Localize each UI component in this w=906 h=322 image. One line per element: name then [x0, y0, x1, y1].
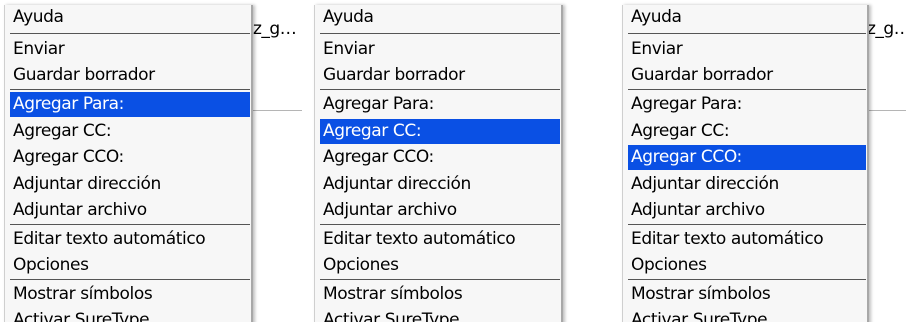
menu-separator — [320, 89, 560, 90]
menu-item-enable-suretype[interactable]: Activar SureType — [10, 308, 150, 322]
menu-item-options[interactable]: Opciones — [628, 253, 707, 278]
menu-separator — [628, 33, 866, 34]
menu-item-attach-address[interactable]: Adjuntar dirección — [320, 172, 471, 197]
screenshot-1: z_g… Ayuda Enviar Guardar borrador Agregar … — [0, 0, 302, 322]
menu-item-options[interactable]: Opciones — [10, 253, 89, 278]
background-message-fragment: z_g… — [253, 19, 297, 39]
menu-item-add-bcc[interactable]: Agregar CCO: — [320, 145, 434, 170]
menu-item-attach-address[interactable]: Adjuntar dirección — [10, 172, 161, 197]
menu-item-show-symbols[interactable]: Mostrar símbolos — [10, 282, 153, 307]
menu-item-help[interactable]: Ayuda — [10, 5, 64, 30]
menu-item-show-symbols[interactable]: Mostrar símbolos — [320, 282, 463, 307]
menu-separator — [320, 33, 560, 34]
menu-item-send[interactable]: Enviar — [10, 37, 65, 62]
menu-separator — [628, 279, 866, 280]
menu-separator — [10, 33, 250, 34]
menu-item-help[interactable]: Ayuda — [628, 5, 682, 30]
menu-separator — [320, 279, 560, 280]
menu-item-attach-file[interactable]: Adjuntar archivo — [320, 198, 457, 223]
menu-item-save-draft[interactable]: Guardar borrador — [628, 63, 773, 88]
menu-item-options[interactable]: Opciones — [320, 253, 399, 278]
menu-item-edit-autotext[interactable]: Editar texto automático — [10, 227, 206, 252]
menu-item-add-to[interactable]: Agregar Para: — [628, 92, 742, 117]
menu-item-add-to[interactable]: Agregar Para: — [10, 92, 250, 117]
menu-item-send[interactable]: Enviar — [628, 37, 683, 62]
menu-separator — [628, 224, 866, 225]
menu-item-enable-suretype[interactable]: Activar SureType — [320, 308, 460, 322]
menu-separator — [10, 224, 250, 225]
menu-item-attach-file[interactable]: Adjuntar archivo — [628, 198, 765, 223]
menu-item-enable-suretype[interactable]: Activar SureType — [628, 308, 768, 322]
menu-item-edit-autotext[interactable]: Editar texto automático — [320, 227, 516, 252]
menu-item-save-draft[interactable]: Guardar borrador — [10, 63, 155, 88]
menu-item-add-to[interactable]: Agregar Para: — [320, 92, 434, 117]
screenshot-2: Ayuda Enviar Guardar borrador Agregar Para:… — [302, 0, 604, 322]
context-menu: Ayuda Enviar Guardar borrador Agregar Para:… — [4, 5, 253, 322]
background-divider — [864, 110, 906, 111]
background-divider — [250, 110, 302, 111]
menu-separator — [10, 279, 250, 280]
menu-item-edit-autotext[interactable]: Editar texto automático — [628, 227, 824, 252]
menu-separator — [10, 89, 250, 90]
menu-separator — [628, 89, 866, 90]
menu-item-send[interactable]: Enviar — [320, 37, 375, 62]
menu-item-add-cc[interactable]: Agregar CC: — [320, 119, 560, 144]
menu-item-attach-address[interactable]: Adjuntar dirección — [628, 172, 779, 197]
menu-item-add-bcc[interactable]: Agregar CCO: — [10, 145, 124, 170]
menu-item-attach-file[interactable]: Adjuntar archivo — [10, 198, 147, 223]
context-menu: Ayuda Enviar Guardar borrador Agregar Para:… — [314, 5, 563, 322]
context-menu: Ayuda Enviar Guardar borrador Agregar Para:… — [622, 5, 869, 322]
menu-separator — [320, 224, 560, 225]
menu-item-show-symbols[interactable]: Mostrar símbolos — [628, 282, 771, 307]
menu-item-add-bcc[interactable]: Agregar CCO: — [628, 145, 866, 170]
menu-item-help[interactable]: Ayuda — [320, 5, 374, 30]
menu-item-add-cc[interactable]: Agregar CC: — [10, 119, 112, 144]
menu-item-save-draft[interactable]: Guardar borrador — [320, 63, 465, 88]
menu-item-add-cc[interactable]: Agregar CC: — [628, 119, 730, 144]
background-message-fragment: z_g… — [867, 19, 906, 39]
screenshot-3: z_g… Ayuda Enviar Guardar borrador Agregar … — [604, 0, 906, 322]
